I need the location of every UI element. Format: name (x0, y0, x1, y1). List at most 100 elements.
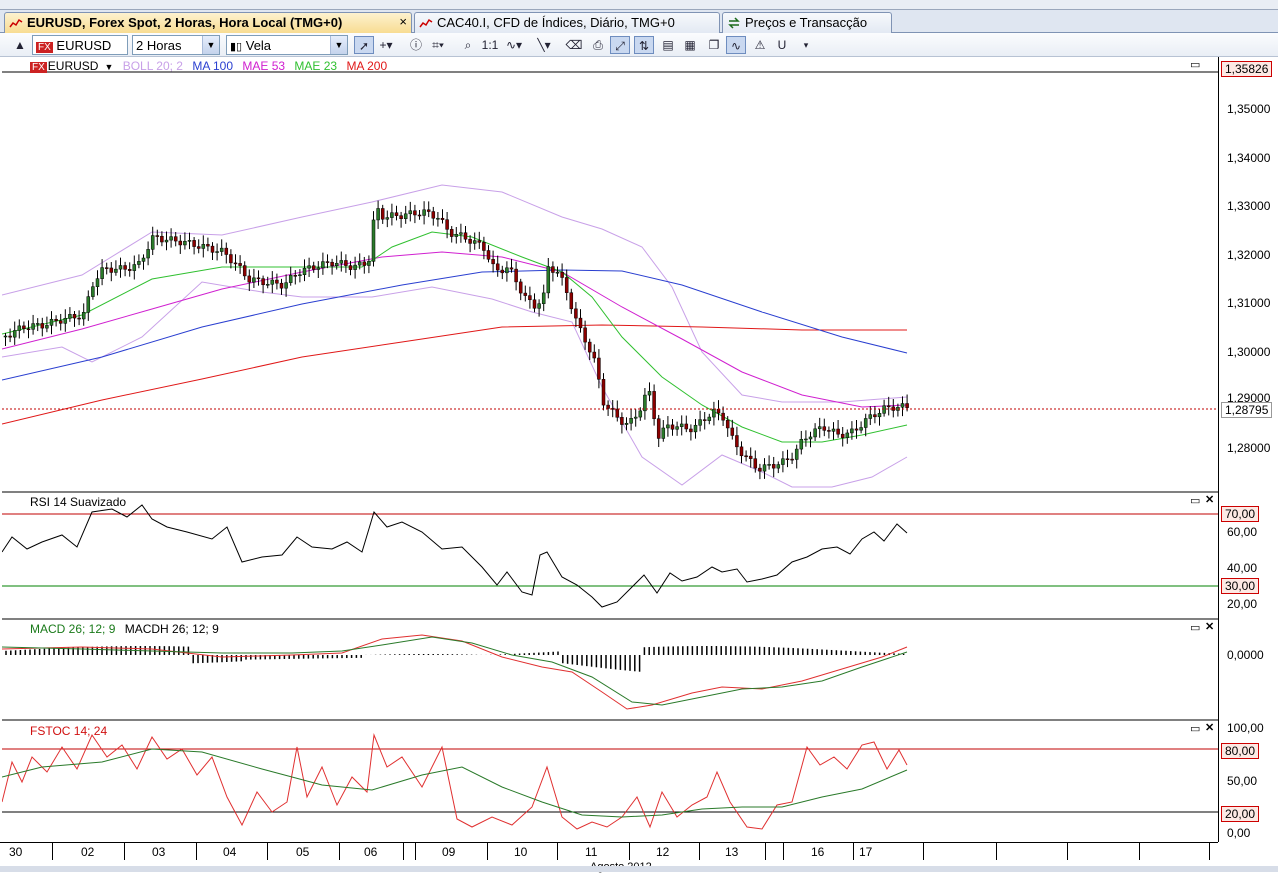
template-icon[interactable]: ▤ (658, 36, 678, 54)
macdh-label[interactable]: MACDH 26; 12; 9 (125, 622, 219, 636)
candle-body (206, 244, 209, 246)
candle-body (275, 280, 278, 283)
day-separator (853, 842, 854, 860)
candle-body (27, 329, 30, 330)
layout-icon[interactable]: ▦ (680, 36, 700, 54)
tab-eurusd[interactable]: EURUSD, Forex Spot, 2 Horas, Hora Local … (4, 12, 412, 33)
candle-body (390, 213, 393, 218)
close-panel-icon[interactable]: ✕ (1205, 721, 1214, 734)
magnet-icon[interactable]: U (772, 36, 792, 54)
toolbar-overflow-icon[interactable]: ▾ (796, 36, 816, 54)
line-draw-icon[interactable]: ╲▾ (534, 36, 554, 54)
candle-body (547, 267, 550, 293)
windows-icon[interactable]: ❐ (704, 36, 724, 54)
legend-symbol[interactable]: EURUSD (48, 59, 99, 73)
pointer-tool-icon[interactable]: ➚ (354, 36, 374, 54)
candle-body (73, 314, 76, 318)
legend-ma100[interactable]: MA 100 (192, 59, 233, 73)
chart-area[interactable]: FXEURUSD ▼ BOLL 20; 2 MA 100 MAE 53 MAE 2… (2, 57, 1218, 842)
fx-badge-icon: FX (30, 62, 47, 73)
alert-icon[interactable]: ⚠ (750, 36, 770, 54)
chevron-down-icon[interactable]: ▼ (330, 36, 347, 54)
time-label: 06 (364, 845, 377, 859)
candle-body (837, 429, 840, 434)
candle-body (482, 242, 485, 250)
candle-body (519, 282, 522, 293)
candle-body (763, 465, 766, 471)
candle-body (777, 465, 780, 469)
candle-body (616, 409, 619, 417)
candle-body (515, 269, 518, 282)
candle-body (156, 236, 159, 237)
legend-mae53[interactable]: MAE 53 (242, 59, 285, 73)
candle-body (335, 263, 338, 266)
tab-prices-transactions[interactable]: Preços e Transacção (722, 12, 892, 33)
candle-body (781, 459, 784, 465)
bollinger-upper-line (2, 185, 907, 402)
candle-body (101, 268, 104, 279)
info-icon[interactable]: ⓘ (406, 36, 426, 54)
maximize-panel-icon[interactable]: ▭ (1190, 494, 1200, 507)
candle-body (266, 284, 269, 285)
rsi-label[interactable]: RSI 14 Suavizado (30, 495, 126, 509)
top-price-badge: 1,35826 (1221, 61, 1272, 77)
macd-legend: MACD 26; 12; 9 MACDH 26; 12; 9 (30, 622, 225, 636)
chart-canvas[interactable] (2, 57, 1218, 842)
timeframe-select[interactable]: 2 Horas ▼ (132, 35, 220, 55)
day-separator (415, 842, 416, 860)
symbol-input[interactable]: FX EURUSD (32, 35, 128, 55)
legend-boll[interactable]: BOLL 20; 2 (123, 59, 183, 73)
time-label: 16 (811, 845, 824, 859)
candle-body (64, 318, 67, 323)
legend-ma200[interactable]: MA 200 (346, 59, 387, 73)
crosshair-icon[interactable]: +▾ (376, 36, 396, 54)
horizontal-scrollbar[interactable] (0, 866, 1278, 872)
candle-body (45, 325, 48, 328)
maximize-panel-icon[interactable]: ▭ (1190, 722, 1200, 735)
tab-cac40[interactable]: CAC40.I, CFD de Índices, Diário, TMG+0 (414, 12, 720, 33)
candle-body (441, 218, 444, 219)
maximize-panel-icon[interactable]: ▭ (1190, 58, 1200, 71)
close-panel-icon[interactable]: ✕ (1205, 620, 1214, 633)
snap-icon[interactable]: ⇅ (634, 36, 654, 54)
zoom-icon[interactable]: ⌕ (458, 36, 478, 54)
candle-body (271, 280, 274, 284)
collapse-up-icon[interactable]: ▲ (10, 36, 30, 54)
candle-body (78, 318, 81, 319)
chart-type-select[interactable]: ▮▯ Vela ▼ (226, 35, 348, 55)
print-icon[interactable]: ⎙ (588, 36, 608, 54)
candle-body (850, 429, 853, 433)
resize-icon[interactable]: ⤢ (610, 36, 630, 54)
candle-body (768, 464, 771, 465)
candle-body (740, 447, 743, 456)
candle-body (712, 409, 715, 417)
wave-icon[interactable]: ∿ (726, 36, 746, 54)
indicator-icon[interactable]: ∿▾ (504, 36, 524, 54)
close-tab-icon[interactable]: × (399, 14, 407, 29)
candle-body (639, 411, 642, 417)
chevron-down-icon[interactable]: ▼ (104, 62, 113, 72)
candle-body (147, 249, 150, 258)
price-scale[interactable]: 1,35826 1,35000 1,34000 1,33000 1,32000 … (1218, 57, 1278, 842)
day-separator (629, 842, 630, 860)
eraser-icon[interactable]: ⌫ (564, 36, 584, 54)
candle-body (409, 211, 412, 214)
day-separator (1209, 842, 1210, 860)
scale-label: 1,33000 (1227, 199, 1270, 213)
candle-body (630, 418, 633, 423)
scale-label: 40,00 (1227, 561, 1257, 575)
close-panel-icon[interactable]: ✕ (1205, 493, 1214, 506)
candle-body (386, 218, 389, 220)
candle-body (211, 246, 214, 252)
day-separator (339, 842, 340, 860)
fstoc-label[interactable]: FSTOC 14; 24 (30, 724, 107, 738)
candle-body (906, 404, 909, 408)
maximize-panel-icon[interactable]: ▭ (1190, 621, 1200, 634)
grid-icon[interactable]: ⌗▾ (428, 36, 448, 54)
macd-label[interactable]: MACD 26; 12; 9 (30, 622, 115, 636)
candle-body (372, 220, 375, 261)
ratio-button[interactable]: 1:1 (480, 36, 500, 54)
current-price-badge: 1,28795 (1221, 402, 1272, 418)
chevron-down-icon[interactable]: ▼ (202, 36, 219, 54)
legend-mae23[interactable]: MAE 23 (294, 59, 337, 73)
